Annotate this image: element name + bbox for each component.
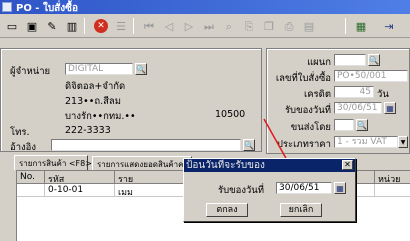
save-icon[interactable]: ▣	[23, 17, 41, 35]
cancel-button[interactable]: ✕	[92, 17, 110, 35]
receive-date-label: รับของวันที่	[284, 105, 331, 116]
reference-field[interactable]	[51, 139, 241, 151]
window-titlebar: PO - ใบสั่งซื้อ	[0, 0, 410, 14]
table-cell-code[interactable]: 0-10-01	[45, 184, 115, 197]
dialog-date-field[interactable]: 30/06/51	[276, 182, 332, 194]
table-cell-unit[interactable]	[375, 184, 410, 197]
credit-label: เครดิต	[303, 89, 331, 100]
column-header-code[interactable]: รหัส	[45, 171, 115, 184]
reference-lookup-button[interactable]: 🔍	[243, 139, 255, 151]
copy-icon[interactable]: ❐	[260, 17, 278, 35]
price-type-select[interactable]: 1 - รวม VAT	[334, 136, 398, 148]
toolbar-separator	[133, 18, 134, 34]
toolbar-separator	[84, 18, 85, 34]
column-header-unit[interactable]: หน่วย	[375, 171, 410, 184]
column-header-no[interactable]: No.	[17, 171, 45, 184]
ship-by-label: ขนส่งโดย	[290, 122, 331, 133]
toolbar-separator	[345, 18, 346, 34]
dialog-titlebar: ป้อนวันที่จะรับของ ✕	[184, 159, 355, 172]
preview-icon[interactable]: ▤	[300, 17, 318, 35]
search-icon: 🔍	[357, 120, 367, 130]
po-number-field[interactable]: PO•50/001	[334, 70, 408, 82]
supplier-code-field[interactable]: DIGITAL	[65, 63, 133, 75]
tab-items[interactable]: รายการสินค้า <F8>	[14, 155, 92, 170]
prev-icon[interactable]: ◁	[160, 17, 178, 35]
search-icon: 🔍	[136, 64, 146, 74]
dialog-title: ป้อนวันที่จะรับของ	[186, 160, 265, 171]
toolbar: ▭ ▣ ✎ ▥ ✕ ☰ ⏮ ◁ ▷ ⏭ ⌕ ⎘ ❐ ⎙ ▤ ▦ ⇥	[0, 14, 410, 38]
credit-days-field[interactable]: 45	[334, 86, 374, 98]
first-icon[interactable]: ⏮	[140, 17, 158, 35]
ship-by-lookup-button[interactable]: 🔍	[356, 119, 368, 131]
cancel-icon: ✕	[94, 19, 108, 33]
chevron-down-icon[interactable]: ▼	[398, 136, 408, 148]
supplier-tel: 222-3333	[65, 125, 111, 136]
dialog-field-label: รับของวันที่	[218, 185, 265, 196]
last-icon[interactable]: ⏭	[200, 17, 218, 35]
delete-icon[interactable]: ▥	[63, 17, 81, 35]
close-icon[interactable]: ✕	[342, 160, 353, 170]
calendar-icon: ▦	[386, 103, 394, 113]
supplier-address-line1: 213••ถ.สีลม	[65, 96, 121, 107]
search-icon: 🔍	[244, 140, 254, 150]
receive-date-dialog: ป้อนวันที่จะรับของ ✕ รับของวันที่ 30/06/…	[183, 158, 356, 222]
next-icon[interactable]: ▷	[180, 17, 198, 35]
calendar-icon: ▦	[336, 183, 344, 193]
cancel-dialog-button[interactable]: ยกเลิก	[280, 203, 322, 217]
tel-label: โทร.	[10, 127, 30, 138]
price-type-label: ประเภทราคา	[276, 139, 331, 150]
calc-icon[interactable]: ▦	[352, 17, 370, 35]
table-cell-no[interactable]	[17, 184, 45, 197]
credit-unit-label: วัน	[377, 89, 389, 100]
list-icon[interactable]: ☰	[112, 17, 130, 35]
supplier-label: ผู้จำหน่าย	[10, 66, 51, 77]
new-doc-icon[interactable]: ▭	[3, 17, 21, 35]
ok-button[interactable]: ตกลง	[206, 203, 248, 217]
supplier-postcode: 10500	[215, 109, 246, 120]
department-lookup-button[interactable]: 🔍	[368, 54, 380, 66]
department-field[interactable]	[334, 54, 366, 66]
tab-stock-balance[interactable]: รายการแสดงยอดสินค้าคงเหลือ	[92, 156, 205, 170]
find-icon[interactable]: ⌕	[220, 17, 238, 35]
print-icon[interactable]: ⎙	[280, 17, 298, 35]
edit-icon[interactable]: ✎	[43, 17, 61, 35]
app-icon	[2, 2, 12, 12]
po-number-label: เลขที่ใบสั่งซื้อ	[275, 73, 331, 84]
supplier-panel: ผู้จำหน่าย DIGITAL 🔍 ดิจิตอล+จำกัด 213••…	[0, 48, 262, 153]
supplier-lookup-button[interactable]: 🔍	[135, 63, 147, 75]
attach-icon[interactable]: ⎘	[240, 17, 258, 35]
search-icon: 🔍	[369, 55, 379, 65]
ship-by-field[interactable]	[334, 119, 354, 131]
supplier-address-line2: บางรัก••กทม.••	[65, 111, 136, 122]
dialog-date-picker-button[interactable]: ▦	[334, 182, 346, 194]
reference-label: อ้างอิง	[10, 142, 37, 153]
receive-date-picker-button[interactable]: ▦	[384, 102, 396, 114]
department-label: แผนก	[307, 57, 331, 68]
supplier-name: ดิจิตอล+จำกัด	[65, 81, 126, 92]
document-panel: แผนก 🔍 เลขที่ใบสั่งซื้อ PO•50/001 เครดิต…	[266, 48, 410, 154]
exit-icon[interactable]: ⇥	[380, 17, 398, 35]
receive-date-field[interactable]: 30/06/51	[334, 102, 382, 114]
